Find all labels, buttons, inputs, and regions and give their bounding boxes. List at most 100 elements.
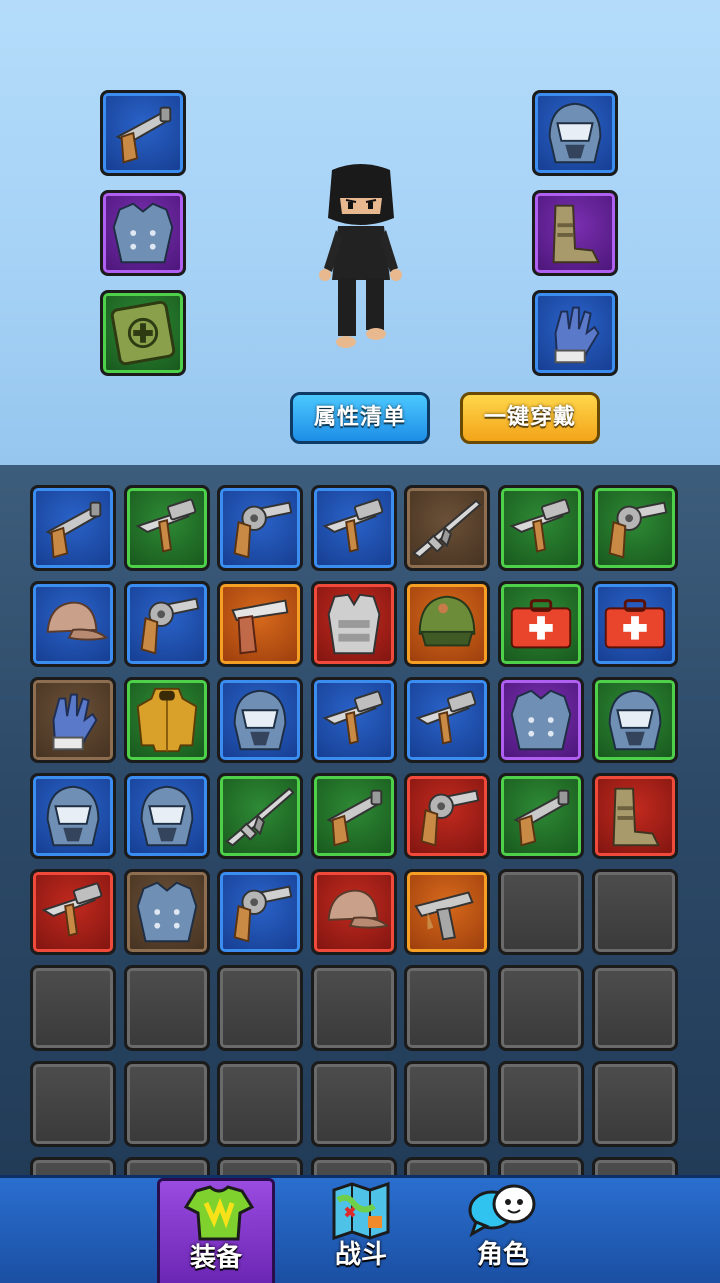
- inventory-slot[interactable]: [310, 581, 397, 667]
- inventory-slot-empty[interactable]: [497, 1061, 584, 1147]
- inventory-slot[interactable]: [404, 485, 491, 571]
- inventory-slot-empty[interactable]: [310, 965, 397, 1051]
- inventory-slot-empty[interactable]: [123, 1157, 210, 1175]
- player-character[interactable]: [310, 160, 410, 360]
- medkit-box-icon: [110, 300, 176, 366]
- inventory-slot[interactable]: [217, 869, 304, 955]
- inventory-slot-empty[interactable]: [217, 965, 304, 1051]
- vest-icon: [327, 593, 381, 655]
- tab-battle[interactable]: 战斗: [302, 1178, 420, 1283]
- boots-icon: [552, 204, 600, 264]
- inventory-slot-empty[interactable]: [30, 1061, 116, 1147]
- inventory-slot-empty[interactable]: [591, 869, 678, 955]
- inventory-slot[interactable]: [30, 581, 116, 667]
- tab-character-label: 角色: [476, 1240, 529, 1270]
- inventory-slot[interactable]: [404, 677, 491, 763]
- inventory-slot[interactable]: [123, 869, 210, 955]
- inventory-slot-empty[interactable]: [497, 965, 584, 1051]
- helmet-icon: [46, 785, 100, 847]
- flare-gun-icon: [45, 501, 102, 559]
- body-armor-icon: [112, 202, 174, 264]
- bottom-nav: 装备 战斗 角色: [0, 1175, 720, 1283]
- inventory-slot-empty[interactable]: [404, 1157, 491, 1175]
- uzi-icon: [414, 891, 475, 941]
- inventory-slot[interactable]: [497, 677, 584, 763]
- inventory-slot[interactable]: [310, 773, 397, 859]
- smg-icon: [41, 882, 103, 937]
- inventory-slot[interactable]: [404, 869, 491, 955]
- inventory-slot[interactable]: [310, 869, 397, 955]
- flare-gun-icon: [513, 789, 570, 847]
- inventory-slot[interactable]: [217, 485, 304, 571]
- inventory-slot-empty[interactable]: [497, 869, 584, 955]
- inventory-slot[interactable]: [591, 773, 678, 859]
- inventory-slot-empty[interactable]: [591, 1157, 678, 1175]
- inventory-slot[interactable]: [217, 677, 304, 763]
- revolver-icon: [233, 501, 293, 559]
- inventory-slot[interactable]: [404, 581, 491, 667]
- inventory-slot-empty[interactable]: [123, 965, 210, 1051]
- inventory-slot[interactable]: [30, 485, 116, 571]
- tab-equipment-label: 装备: [189, 1243, 242, 1273]
- revolver-icon: [233, 885, 293, 943]
- inventory-slot[interactable]: [217, 773, 304, 859]
- inventory-slot[interactable]: [30, 773, 116, 859]
- inventory-slot-empty[interactable]: [591, 1061, 678, 1147]
- inventory-slot-empty[interactable]: [217, 1157, 304, 1175]
- inventory-slot-empty[interactable]: [123, 1061, 210, 1147]
- equipped-armor-slot[interactable]: [100, 190, 186, 276]
- pistol-icon: [231, 599, 289, 655]
- inventory-slot[interactable]: [591, 485, 678, 571]
- equipped-weapon-slot[interactable]: [100, 90, 186, 176]
- inventory-slot[interactable]: [497, 773, 584, 859]
- inventory-slot-empty[interactable]: [217, 1061, 304, 1147]
- smg-icon: [322, 498, 384, 553]
- equipped-head-slot[interactable]: [532, 90, 618, 176]
- inventory-slot[interactable]: [123, 485, 210, 571]
- equipped-hands-slot[interactable]: [532, 290, 618, 376]
- glove-icon: [52, 693, 98, 751]
- inventory-slot[interactable]: [591, 581, 678, 667]
- inventory-slot[interactable]: [404, 773, 491, 859]
- medkit-icon: [604, 599, 665, 649]
- inventory-slot[interactable]: [217, 581, 304, 667]
- jacket-icon: [136, 687, 197, 753]
- helmet-icon: [140, 785, 193, 847]
- smg-icon: [135, 498, 196, 553]
- inventory-panel[interactable]: [0, 465, 720, 1175]
- inventory-slot[interactable]: [123, 581, 210, 667]
- attribute-list-button[interactable]: 属性清单: [290, 392, 430, 444]
- inventory-slot[interactable]: [497, 485, 584, 571]
- equipped-supply-slot[interactable]: [100, 290, 186, 376]
- inventory-slot[interactable]: [497, 581, 584, 667]
- inventory-slot-empty[interactable]: [404, 1061, 491, 1147]
- inventory-slot[interactable]: [30, 677, 116, 763]
- tab-battle-label: 战斗: [334, 1240, 387, 1270]
- smg-icon: [415, 690, 477, 745]
- helmet-icon: [608, 689, 661, 751]
- inventory-grid: [30, 485, 690, 1175]
- tab-equipment[interactable]: 装备: [157, 1178, 275, 1283]
- quick-equip-button[interactable]: 一键穿戴: [460, 392, 600, 444]
- inventory-slot[interactable]: [30, 869, 116, 955]
- inventory-slot-empty[interactable]: [30, 965, 116, 1051]
- revolver-icon: [140, 597, 199, 655]
- character-panel: 属性清单 一键穿戴: [0, 0, 720, 465]
- inventory-slot[interactable]: [310, 677, 397, 763]
- inventory-slot-empty[interactable]: [310, 1061, 397, 1147]
- inventory-slot[interactable]: [310, 485, 397, 571]
- inventory-slot[interactable]: [591, 677, 678, 763]
- rifle-icon: [225, 787, 295, 847]
- inventory-slot[interactable]: [123, 773, 210, 859]
- equipped-feet-slot[interactable]: [532, 190, 618, 276]
- inventory-slot-empty[interactable]: [30, 1157, 116, 1175]
- inventory-slot[interactable]: [123, 677, 210, 763]
- helmet-icon: [233, 689, 287, 751]
- inventory-slot-empty[interactable]: [404, 965, 491, 1051]
- inventory-slot-empty[interactable]: [310, 1157, 397, 1175]
- combat-helmet-icon: [419, 595, 476, 647]
- inventory-slot-empty[interactable]: [591, 965, 678, 1051]
- smg-icon: [509, 498, 571, 553]
- tab-character[interactable]: 角色: [444, 1178, 562, 1283]
- inventory-slot-empty[interactable]: [497, 1157, 584, 1175]
